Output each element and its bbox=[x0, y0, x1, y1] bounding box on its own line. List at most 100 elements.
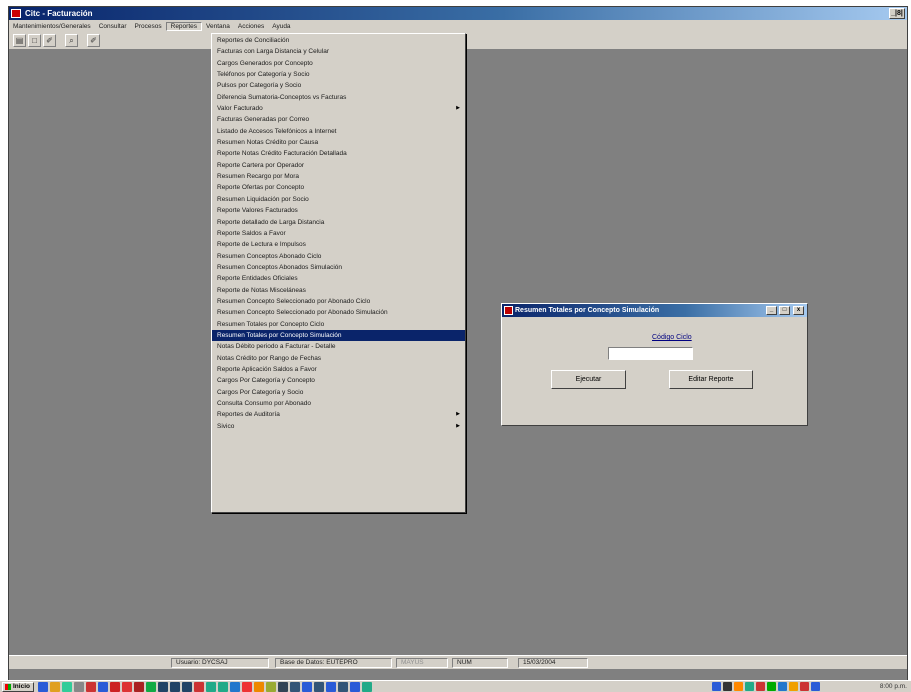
close-button[interactable]: x bbox=[793, 306, 804, 315]
menu-acciones[interactable]: Acciones bbox=[234, 23, 268, 30]
tray-icon[interactable] bbox=[800, 682, 809, 691]
quick-launch-icon[interactable] bbox=[134, 682, 144, 692]
quick-launch-icon[interactable] bbox=[350, 682, 360, 692]
title-bar[interactable]: Citc - Facturación _|8| bbox=[9, 7, 907, 20]
write-icon[interactable]: ✐ bbox=[87, 34, 100, 47]
menu-option[interactable]: Reporte Saldos a Favor bbox=[212, 228, 465, 239]
menu-option[interactable]: Cargos Por Categoría y Socio bbox=[212, 387, 465, 398]
quick-launch-icon[interactable] bbox=[50, 682, 60, 692]
menu-option[interactable]: Teléfonos por Categoría y Socio bbox=[212, 69, 465, 80]
menu-option[interactable]: Resumen Conceptos Abonados Simulación bbox=[212, 262, 465, 273]
menu-option[interactable]: Facturas Generadas por Correo bbox=[212, 114, 465, 125]
menu-option[interactable]: Valor Facturado ▶ bbox=[212, 103, 465, 114]
menu-mantenimientos[interactable]: Mantenimientos/Generales bbox=[9, 23, 95, 30]
dialog-title-bar[interactable]: Resumen Totales por Concepto Simulación … bbox=[502, 304, 807, 317]
menu-option[interactable]: Resumen Conceptos Abonado Ciclo bbox=[212, 251, 465, 262]
menu-option[interactable]: Notas Crédito por Rango de Fechas bbox=[212, 353, 465, 364]
quick-launch-icon[interactable] bbox=[98, 682, 108, 692]
tray-icon[interactable] bbox=[712, 682, 721, 691]
menu-option[interactable]: Consulta Consumo por Abonado bbox=[212, 398, 465, 409]
menu-option[interactable]: Reportes de Conciliación bbox=[212, 35, 465, 46]
menu-option[interactable]: Cargos Generados por Concepto bbox=[212, 58, 465, 69]
quick-launch-icon[interactable] bbox=[278, 682, 288, 692]
quick-launch-icon[interactable] bbox=[194, 682, 204, 692]
menu-option[interactable]: Reporte Aplicación Saldos a Favor bbox=[212, 364, 465, 375]
maximize-button[interactable]: □ bbox=[779, 306, 790, 315]
menu-option[interactable]: Resumen Liquidación por Socio bbox=[212, 194, 465, 205]
ejecutar-button[interactable]: Ejecutar bbox=[551, 370, 626, 389]
tray-icon[interactable] bbox=[756, 682, 765, 691]
menu-option[interactable]: Reporte detallado de Larga Distancia bbox=[212, 217, 465, 228]
menu-option[interactable]: Diferencia Sumatoria-Conceptos vs Factur… bbox=[212, 92, 465, 103]
menu-option[interactable]: Resumen Notas Crédito por Causa bbox=[212, 137, 465, 148]
quick-launch-icon[interactable] bbox=[254, 682, 264, 692]
menu-option[interactable]: Resumen Totales por Concepto Simulación bbox=[212, 329, 465, 342]
tray-icon[interactable] bbox=[723, 682, 732, 691]
quick-launch-icon[interactable] bbox=[62, 682, 72, 692]
quick-launch-icon[interactable] bbox=[230, 682, 240, 692]
quick-launch-icon[interactable] bbox=[326, 682, 336, 692]
codigo-ciclo-input[interactable] bbox=[608, 347, 693, 360]
menu-option-label: Resumen Notas Crédito por Causa bbox=[217, 139, 319, 147]
quick-launch-icon[interactable] bbox=[182, 682, 192, 692]
menu-procesos[interactable]: Procesos bbox=[131, 23, 166, 30]
tray-icon[interactable] bbox=[778, 682, 787, 691]
quick-launch-icon[interactable] bbox=[146, 682, 156, 692]
tray-icon[interactable] bbox=[789, 682, 798, 691]
search-icon[interactable]: ⌕ bbox=[65, 34, 78, 47]
minimize-button[interactable]: _ bbox=[766, 306, 777, 315]
menu-option[interactable]: Resumen Concepto Seleccionado por Abonad… bbox=[212, 296, 465, 307]
print-icon[interactable]: ▤ bbox=[13, 34, 26, 47]
menu-option[interactable]: Sivico ▶ bbox=[212, 421, 465, 432]
menu-option[interactable]: Facturas con Larga Distancia y Celular bbox=[212, 46, 465, 57]
tray-icon[interactable] bbox=[767, 682, 776, 691]
quick-launch-icon[interactable] bbox=[290, 682, 300, 692]
menu-option[interactable]: Reporte de Notas Misceláneas bbox=[212, 285, 465, 296]
edit-icon[interactable]: ✐ bbox=[43, 34, 56, 47]
menu-option-label: Pulsos por Categoría y Socio bbox=[217, 82, 302, 90]
menu-option[interactable]: Cargos Por Categoría y Concepto bbox=[212, 375, 465, 386]
menu-reportes[interactable]: Reportes bbox=[165, 21, 202, 31]
new-icon[interactable]: □ bbox=[28, 34, 41, 47]
quick-launch-icon[interactable] bbox=[110, 682, 120, 692]
menu-option[interactable]: Reporte Cartera por Operador bbox=[212, 160, 465, 171]
quick-launch-icon[interactable] bbox=[38, 682, 48, 692]
menu-option[interactable]: Reporte de Lectura e Impulsos bbox=[212, 239, 465, 250]
quick-launch-icon[interactable] bbox=[74, 682, 84, 692]
quick-launch-icon[interactable] bbox=[158, 682, 168, 692]
menu-ventana[interactable]: Ventana bbox=[202, 23, 234, 30]
reportes-dropdown-menu: Reportes de Conciliación Facturas con Lar… bbox=[211, 33, 466, 513]
restore-button[interactable]: _|8| bbox=[889, 8, 905, 19]
menu-consultar[interactable]: Consultar bbox=[95, 23, 131, 30]
quick-launch-icon[interactable] bbox=[218, 682, 228, 692]
app-icon[interactable] bbox=[11, 9, 21, 18]
menu-option[interactable]: Resumen Concepto Seleccionado por Abonad… bbox=[212, 307, 465, 318]
start-button[interactable]: Inicio bbox=[2, 682, 34, 692]
quick-launch-icon[interactable] bbox=[206, 682, 216, 692]
tray-icon[interactable] bbox=[811, 682, 820, 691]
quick-launch-icon[interactable] bbox=[266, 682, 276, 692]
menu-option[interactable]: Reporte Entidades Oficiales bbox=[212, 273, 465, 284]
quick-launch-icon[interactable] bbox=[86, 682, 96, 692]
editar-reporte-button[interactable]: Editar Reporte bbox=[669, 370, 753, 389]
quick-launch-icon[interactable] bbox=[302, 682, 312, 692]
quick-launch-icon[interactable] bbox=[242, 682, 252, 692]
menu-option-label: Listado de Accesos Telefónicos a Interne… bbox=[217, 127, 337, 135]
menu-option[interactable]: Reporte Valores Facturados bbox=[212, 205, 465, 216]
quick-launch-icon[interactable] bbox=[314, 682, 324, 692]
tray-icon[interactable] bbox=[745, 682, 754, 691]
quick-launch-icon[interactable] bbox=[122, 682, 132, 692]
menu-option[interactable]: Resumen Totales por Concepto Ciclo bbox=[212, 319, 465, 330]
quick-launch-icon[interactable] bbox=[362, 682, 372, 692]
menu-option[interactable]: Reporte Ofertas por Concepto bbox=[212, 182, 465, 193]
quick-launch-icon[interactable] bbox=[338, 682, 348, 692]
menu-option[interactable]: Notas Débito periodo a Facturar - Detall… bbox=[212, 341, 465, 352]
quick-launch-icon[interactable] bbox=[170, 682, 180, 692]
menu-option[interactable]: Reporte Notas Crédito Facturación Detall… bbox=[212, 148, 465, 159]
menu-ayuda[interactable]: Ayuda bbox=[268, 23, 294, 30]
menu-option[interactable]: Pulsos por Categoría y Socio bbox=[212, 80, 465, 91]
menu-option[interactable]: Resumen Recargo por Mora bbox=[212, 171, 465, 182]
menu-option[interactable]: Reportes de Auditoría ▶ bbox=[212, 409, 465, 420]
tray-icon[interactable] bbox=[734, 682, 743, 691]
menu-option[interactable]: Listado de Accesos Telefónicos a Interne… bbox=[212, 126, 465, 137]
